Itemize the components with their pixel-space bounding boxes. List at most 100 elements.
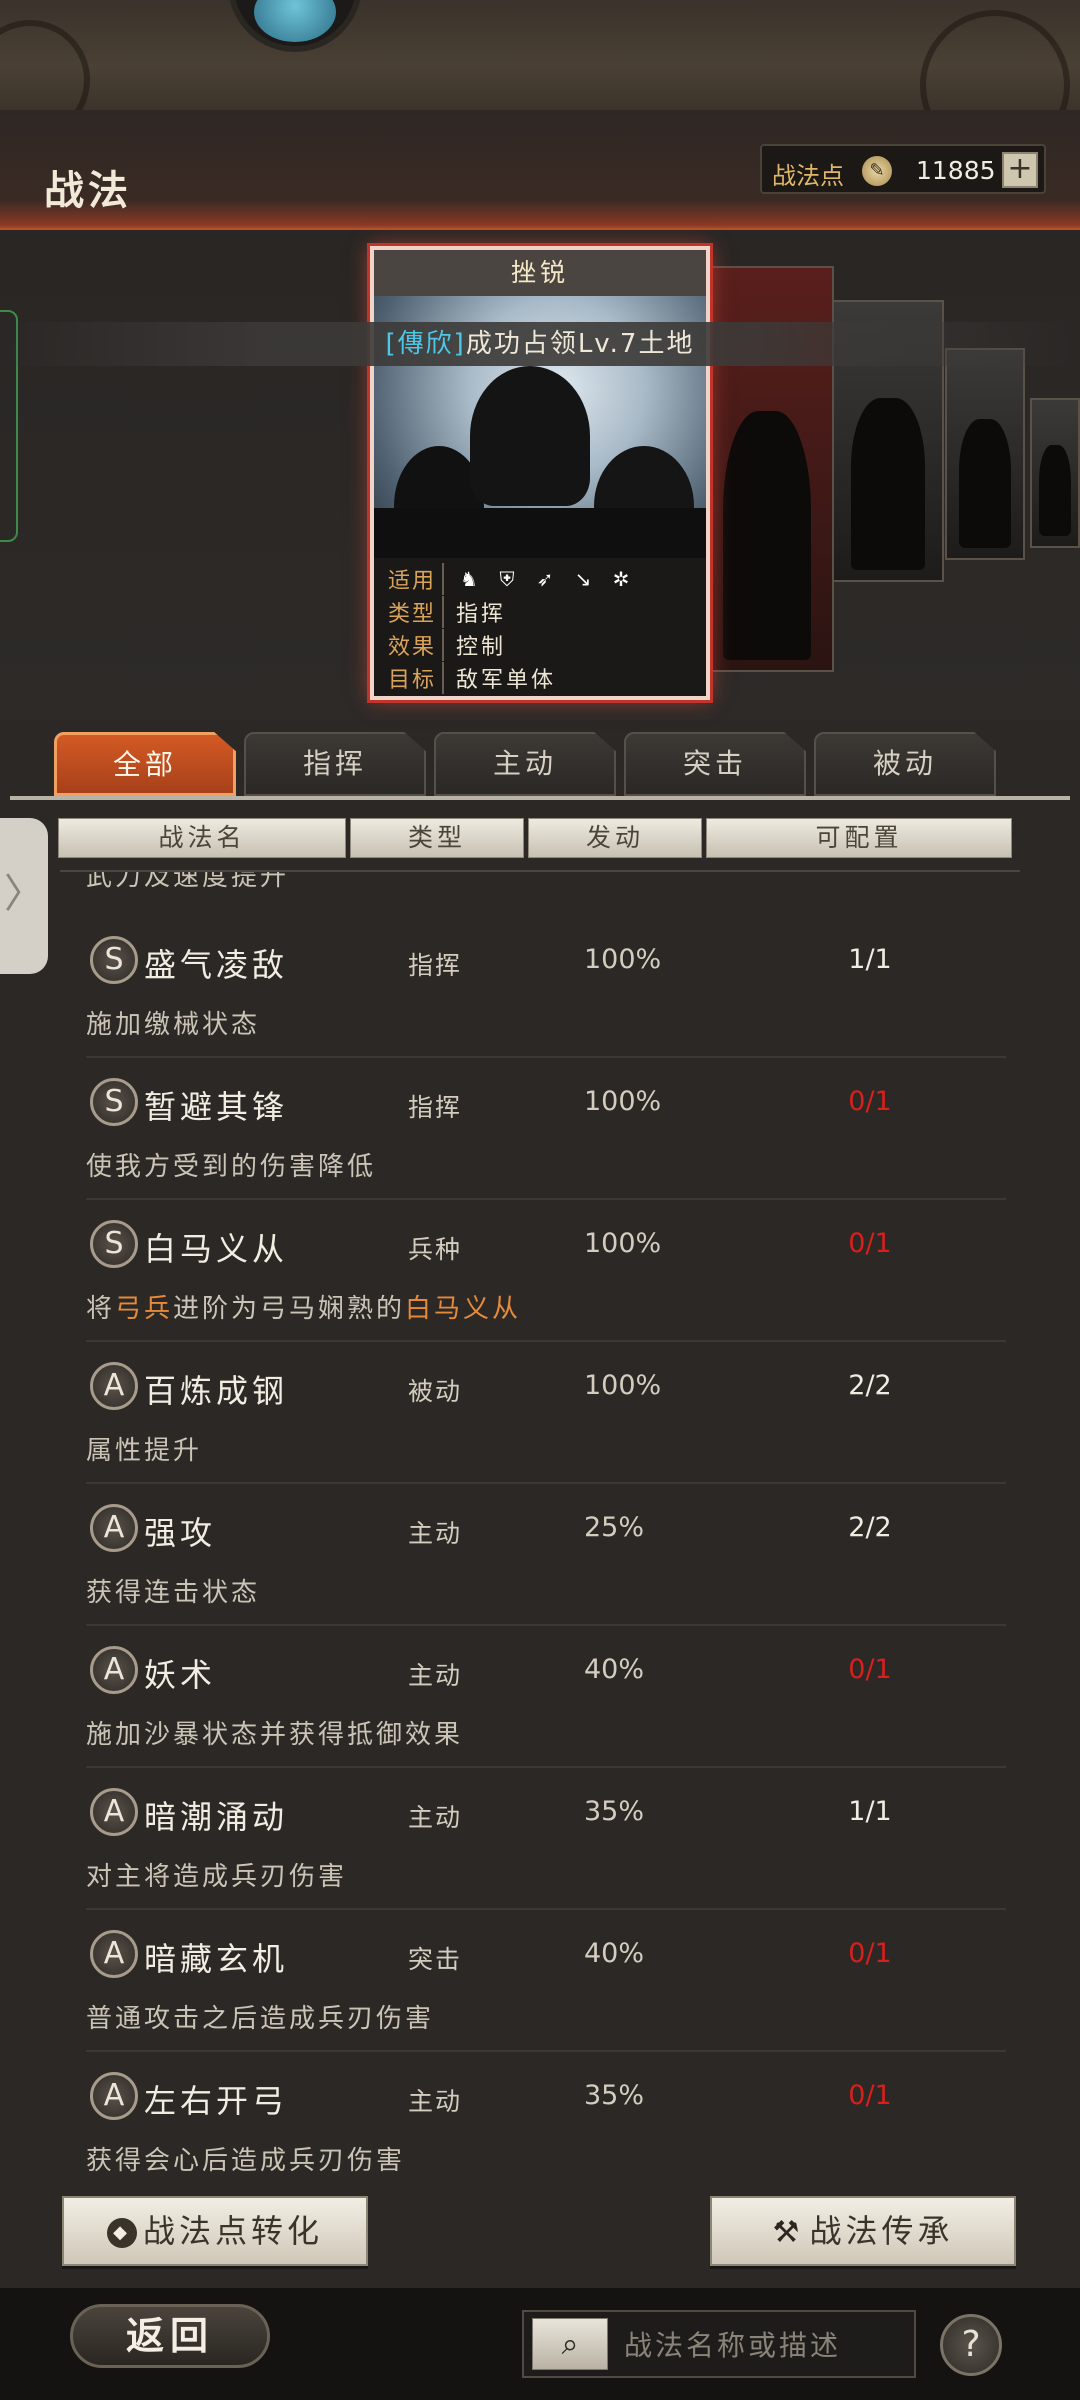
skill-row[interactable]: S 盛气凌敌 指挥 100% 1/1 施加缴械状态: [0, 916, 1080, 1058]
grade-badge: A: [90, 1788, 138, 1836]
effect-row: 效果 控制: [382, 628, 706, 661]
skill-card-back[interactable]: [945, 348, 1025, 560]
skill-rate: 40%: [584, 1654, 645, 1685]
shield-icon: ⛨: [499, 566, 515, 591]
unlock-condition-banner: [傳欣]成功占领Lv.7土地: [0, 322, 1080, 366]
skill-rate: 100%: [584, 944, 662, 975]
skill-table-header: 战法名 类型 发动 可配置: [58, 818, 1012, 858]
skill-rate: 35%: [584, 1796, 645, 1827]
skill-rate: 25%: [584, 1512, 645, 1543]
selected-skill-card[interactable]: 挫锐 适用 ♞ ⛨ ➶ ↘ ✲ 类型 指挥 效果 控制 目标 敌军单体: [370, 246, 710, 700]
skill-type: 主动: [408, 1661, 463, 1690]
type-value: 指挥: [456, 601, 507, 627]
hammer-icon: ⚒: [772, 2215, 804, 2250]
skill-point-coin-icon: ✎: [862, 156, 892, 186]
footer-bar: 返回 ⌕ ?: [0, 2288, 1080, 2400]
tab-command[interactable]: 指挥: [244, 732, 426, 796]
column-header-type[interactable]: 类型: [350, 818, 524, 858]
back-button[interactable]: 返回: [70, 2304, 270, 2368]
skill-config: 1/1: [848, 944, 892, 975]
convert-points-button[interactable]: ◆ 战法点转化: [62, 2196, 368, 2266]
skill-type: 主动: [408, 1803, 463, 1832]
condition-tag: [傳欣]: [385, 329, 466, 359]
skill-card-carousel[interactable]: 挫锐 适用 ♞ ⛨ ➶ ↘ ✲ 类型 指挥 效果 控制 目标 敌军单体 [傳欣]…: [0, 230, 1080, 720]
skill-config: 0/1: [848, 2080, 892, 2111]
tab-assault[interactable]: 突击: [624, 732, 806, 796]
skill-row[interactable]: S 白马义从 兵种 100% 0/1 将弓兵进阶为弓马娴熟的白马义从: [0, 1200, 1080, 1342]
grade-badge: A: [90, 1504, 138, 1552]
tab-all[interactable]: 全部: [54, 732, 236, 796]
top-banner: [0, 0, 1080, 110]
skill-name: 左右开弓: [144, 2082, 289, 2120]
skill-desc: 使我方受到的伤害降低: [86, 1152, 377, 1182]
skill-desc: 获得连击状态: [86, 1578, 261, 1608]
skill-points-display: 战法点 ✎ 11885 +: [760, 144, 1046, 194]
page-title: 战法: [44, 168, 132, 214]
search-input[interactable]: [624, 2324, 904, 2366]
cloud-pattern: [0, 20, 90, 110]
grade-badge: A: [90, 2072, 138, 2120]
skill-desc: 普通攻击之后造成兵刃伤害: [86, 2004, 435, 2034]
skill-rate: 100%: [584, 1228, 662, 1259]
skill-config: 2/2: [848, 1512, 892, 1543]
help-button[interactable]: ?: [940, 2314, 1002, 2376]
grade-badge: S: [90, 1078, 138, 1126]
partial-skill-desc: 武力及速度提升: [86, 872, 290, 892]
skill-desc: 对主将造成兵刃伤害: [86, 1862, 348, 1892]
skill-type: 指挥: [408, 1093, 463, 1122]
skill-config: 0/1: [848, 1086, 892, 1117]
skill-desc: 施加缴械状态: [86, 1010, 261, 1040]
skill-name: 盛气凌敌: [144, 946, 289, 984]
skill-list[interactable]: 武力及速度提升 S 盛气凌敌 指挥 100% 1/1 施加缴械状态 S 暂避其锋…: [0, 872, 1080, 2182]
skill-name: 暗藏玄机: [144, 1940, 289, 1978]
target-label: 目标: [382, 661, 444, 694]
chariot-icon: ✲: [612, 566, 630, 591]
skill-card-back[interactable]: [1030, 398, 1080, 548]
column-header-rate[interactable]: 发动: [528, 818, 702, 858]
tab-passive[interactable]: 被动: [814, 732, 996, 796]
skill-row[interactable]: A 暗潮涌动 主动 35% 1/1 对主将造成兵刃伤害: [0, 1768, 1080, 1910]
type-label: 类型: [382, 595, 444, 628]
skill-name: 暂避其锋: [144, 1088, 289, 1126]
target-row: 目标 敌军单体: [382, 661, 706, 694]
skill-row[interactable]: S 暂避其锋 指挥 100% 0/1 使我方受到的伤害降低: [0, 1058, 1080, 1200]
skill-row[interactable]: A 百炼成钢 被动 100% 2/2 属性提升: [0, 1342, 1080, 1484]
skill-points-label: 战法点: [772, 162, 844, 190]
search-icon[interactable]: ⌕: [532, 2318, 608, 2370]
skill-name: 强攻: [144, 1514, 217, 1552]
skill-type: 主动: [408, 2087, 463, 2116]
skill-points-value: 11885: [916, 156, 996, 185]
emblem-icon: [228, 0, 362, 52]
inherit-skill-button[interactable]: ⚒ 战法传承: [710, 2196, 1016, 2266]
skill-desc: 获得会心后造成兵刃伤害: [86, 2146, 406, 2176]
skill-type: 被动: [408, 1377, 463, 1406]
convert-points-label: 战法点转化: [142, 2212, 323, 2250]
skill-type: 主动: [408, 1519, 463, 1548]
skill-row[interactable]: A 暗藏玄机 突击 40% 0/1 普通攻击之后造成兵刃伤害: [0, 1910, 1080, 2052]
grade-badge: A: [90, 1362, 138, 1410]
applicable-label: 适用: [382, 562, 444, 595]
applicable-row: 适用 ♞ ⛨ ➶ ↘ ✲: [382, 562, 706, 595]
skill-name: 百炼成钢: [144, 1372, 289, 1410]
unit-type-icons: ♞ ⛨ ➶ ↘ ✲: [444, 566, 634, 592]
skill-category-tabs: 全部 指挥 主动 突击 被动: [54, 732, 1004, 798]
grade-badge: A: [90, 1646, 138, 1694]
skill-type: 突击: [408, 1945, 463, 1974]
skill-row[interactable]: A 左右开弓 主动 35% 0/1 获得会心后造成兵刃伤害: [0, 2052, 1080, 2182]
grade-badge: A: [90, 1930, 138, 1978]
card-info-table: 适用 ♞ ⛨ ➶ ↘ ✲ 类型 指挥 效果 控制 目标 敌军单体: [382, 562, 706, 694]
skill-desc: 属性提升: [86, 1436, 203, 1466]
tab-active[interactable]: 主动: [434, 732, 616, 796]
skill-row[interactable]: A 强攻 主动 25% 2/2 获得连击状态: [0, 1484, 1080, 1626]
add-points-button[interactable]: +: [1002, 152, 1038, 188]
column-header-config[interactable]: 可配置: [706, 818, 1012, 858]
column-header-name[interactable]: 战法名: [58, 818, 346, 858]
flame-icon: ◆: [106, 2218, 137, 2248]
spear-icon: ↘: [574, 566, 592, 591]
effect-label: 效果: [382, 628, 444, 661]
target-value: 敌军单体: [456, 667, 557, 693]
card-title: 挫锐: [374, 250, 706, 296]
grade-badge: S: [90, 936, 138, 984]
skill-row[interactable]: A 妖术 主动 40% 0/1 施加沙暴状态并获得抵御效果: [0, 1626, 1080, 1768]
skill-type: 指挥: [408, 951, 463, 980]
